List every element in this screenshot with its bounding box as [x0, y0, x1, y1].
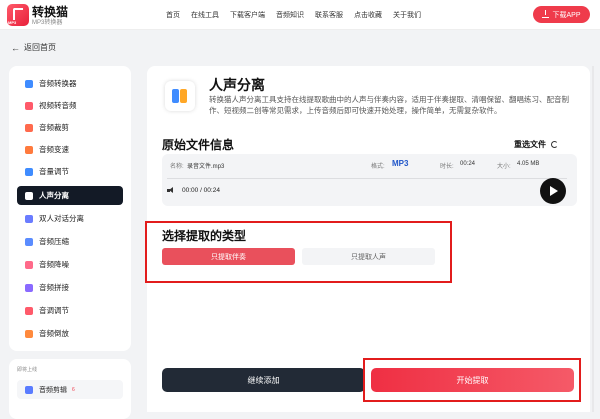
merge-icon	[25, 283, 33, 292]
sidebar-item-reverse[interactable]: 音频倒放	[17, 324, 123, 343]
download-app-button[interactable]: 下载APP	[533, 6, 590, 23]
coming-soon-title: 即将上线	[17, 367, 38, 373]
sidebar-item-label: 视频转音频	[39, 101, 77, 110]
sidebar-item-label: 音频压缩	[39, 237, 69, 246]
pitch-icon	[25, 306, 33, 315]
play-icon[interactable]	[540, 178, 566, 204]
dialogue-icon	[25, 214, 33, 223]
sidebar-item-audio-merge[interactable]: 音频拼接	[17, 278, 123, 297]
file-size-value: 4.05 MB	[517, 161, 540, 167]
file-duration-label: 时长:	[440, 164, 454, 170]
extract-type-title: 选择提取的类型	[162, 229, 247, 243]
sidebar-item-audio-trim[interactable]: 音频裁剪	[17, 118, 123, 137]
file-name-value: 录音文件.mp3	[187, 164, 225, 170]
download-app-label: 下载APP	[552, 11, 581, 19]
file-format-label: 格式:	[371, 164, 385, 170]
sidebar-item-label: 双人对话分离	[39, 214, 84, 223]
volume-icon[interactable]	[167, 187, 175, 194]
sidebar-item-label: 音频倒放	[39, 329, 69, 338]
speed-icon	[25, 145, 33, 154]
extract-accompaniment-option[interactable]: 只提取伴奏	[162, 248, 295, 265]
sidebar-item-label: 音频变速	[39, 145, 69, 154]
sidebar-item-label: 音频转换器	[39, 79, 77, 88]
reverse-icon	[25, 329, 33, 338]
icon-left-part	[172, 89, 179, 103]
back-to-home-link[interactable]: ← 返回首页	[11, 42, 56, 53]
sidebar-item-vocal-separation[interactable]: 人声分离	[17, 186, 123, 205]
sidebar-item-label: 音调调节	[39, 306, 69, 315]
logo-caption: MP3	[8, 20, 17, 25]
volume-icon	[25, 167, 33, 176]
sidebar-item-label: 音量调节	[39, 167, 69, 176]
sidebar-item-label: 音频剪辑	[39, 386, 67, 394]
start-extract-button[interactable]: 开始提取	[371, 368, 574, 392]
nav-audio-knowledge[interactable]: 音频知识	[276, 10, 304, 20]
audio-edit-icon	[25, 385, 33, 394]
sidebar-item-volume[interactable]: 音量调节	[17, 162, 123, 181]
download-icon	[542, 10, 550, 18]
nav-about[interactable]: 关于我们	[393, 10, 421, 20]
new-badge: 6	[72, 386, 75, 393]
sidebar-item-audio-edit[interactable]: 音频剪辑 6	[17, 380, 123, 399]
file-name-label: 名称:	[170, 164, 184, 170]
tool-title: 人声分离	[209, 77, 265, 93]
reselect-label: 重选文件	[514, 140, 546, 149]
coming-soon-panel: 即将上线 音频剪辑 6	[9, 359, 131, 419]
sidebar-item-audio-converter[interactable]: 音频转换器	[17, 74, 123, 93]
file-size-label: 大小:	[497, 164, 511, 170]
original-file-title: 原始文件信息	[162, 138, 235, 152]
sidebar-item-pitch[interactable]: 音调调节	[17, 301, 123, 320]
sidebar-item-label: 音频裁剪	[39, 123, 69, 132]
icon-right-part	[180, 89, 187, 103]
nav-download-client[interactable]: 下载客户端	[230, 10, 265, 20]
sidebar-item-audio-compress[interactable]: 音频压缩	[17, 232, 123, 251]
sidebar-item-audio-speed[interactable]: 音频变速	[17, 140, 123, 159]
sidebar-item-label: 人声分离	[39, 191, 69, 200]
sidebar-item-dialogue-separation[interactable]: 双人对话分离	[17, 209, 123, 228]
nav-contact-support[interactable]: 联系客服	[315, 10, 343, 20]
vocal-separation-icon	[25, 191, 33, 200]
sidebar: 音频转换器 视频转音频 音频裁剪 音频变速 音量调节 人声分离 双人对话分离 音…	[9, 66, 131, 351]
file-duration-value: 00:24	[460, 161, 476, 167]
audio-progress-bar[interactable]	[167, 178, 567, 179]
player-time: 00:00 / 00:24	[182, 187, 220, 194]
brand-logo-icon[interactable]: MP3	[7, 4, 29, 26]
audio-converter-icon	[25, 79, 33, 88]
nav-online-tools[interactable]: 在线工具	[191, 10, 219, 20]
sidebar-item-video-to-audio[interactable]: 视频转音频	[17, 96, 123, 115]
nav-home[interactable]: 首页	[166, 10, 180, 20]
back-label: 返回首页	[24, 43, 56, 52]
refresh-icon	[551, 141, 558, 148]
vocal-separation-tool-icon	[165, 81, 195, 111]
file-info-card: 名称: 录音文件.mp3 格式: MP3 时长: 00:24 大小: 4.05 …	[162, 154, 577, 206]
brand-subtitle: MP3转换器	[32, 20, 63, 26]
scissors-icon	[25, 123, 33, 132]
continue-add-button[interactable]: 继续添加	[162, 368, 365, 392]
sidebar-item-label: 音频拼接	[39, 283, 69, 292]
music-note-icon	[13, 8, 23, 20]
sidebar-item-label: 音频降噪	[39, 260, 69, 269]
tool-description: 转换猫人声分离工具支持在线提取歌曲中的人声与伴奏内容，适用于伴奏提取、清唱保留、…	[209, 95, 569, 115]
main-nav: 首页 在线工具 下载客户端 音频知识 联系客服 点击收藏 关于我们	[166, 10, 432, 20]
scrollbar-track[interactable]	[592, 66, 594, 412]
extract-vocals-option[interactable]: 只提取人声	[302, 248, 435, 265]
top-bar: MP3 转换猫 MP3转换器 首页 在线工具 下载客户端 音频知识 联系客服 点…	[0, 0, 600, 30]
main-panel: 人声分离 转换猫人声分离工具支持在线提取歌曲中的人声与伴奏内容，适用于伴奏提取、…	[145, 66, 590, 412]
file-format-value: MP3	[392, 159, 409, 168]
compress-icon	[25, 237, 33, 246]
audio-player: 00:00 / 00:24	[167, 187, 220, 194]
video-to-audio-icon	[25, 101, 33, 110]
noise-reduction-icon	[25, 260, 33, 269]
reselect-file-button[interactable]: 重选文件	[514, 139, 558, 150]
arrow-left-icon: ←	[11, 42, 20, 53]
sidebar-item-noise-reduction[interactable]: 音频降噪	[17, 255, 123, 274]
nav-bookmark[interactable]: 点击收藏	[354, 10, 382, 20]
